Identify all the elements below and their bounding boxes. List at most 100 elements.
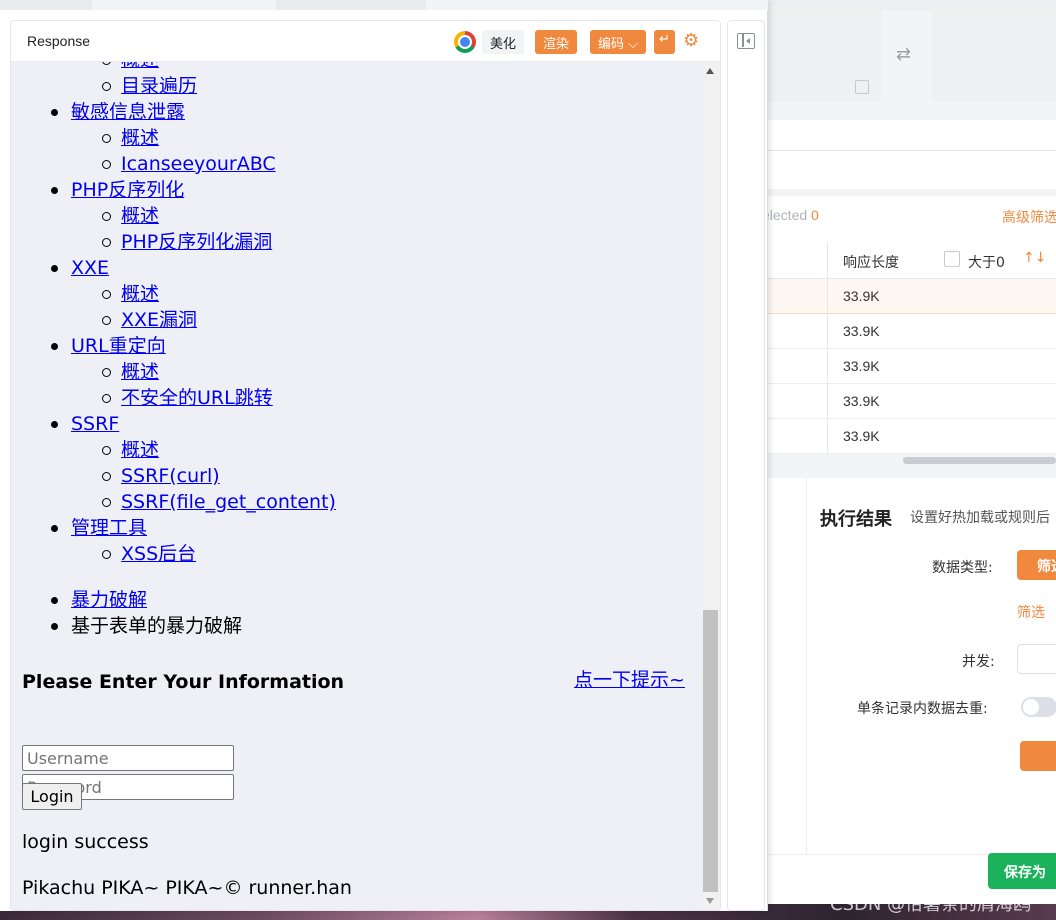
login-button[interactable]: Login — [22, 783, 82, 810]
menu-item[interactable]: 管理工具 — [11, 515, 701, 541]
menu-item[interactable]: 敏感信息泄露 — [11, 99, 701, 125]
submenu-link[interactable]: 概述 — [121, 361, 159, 383]
filter-button[interactable]: 筛选 — [1017, 550, 1056, 580]
response-length-cell: 33.9K — [843, 358, 880, 374]
menu-item[interactable]: SSRF — [11, 411, 701, 437]
menu-item[interactable]: PHP反序列化 — [11, 177, 701, 203]
submenu-link[interactable]: 概述 — [121, 283, 159, 305]
submenu-link[interactable]: IcanseeyourABC — [121, 153, 276, 175]
rendered-page: 概述 目录遍历 敏感信息泄露 概述 IcanseeyourABC PHP反序列化… — [11, 62, 701, 910]
beautify-button[interactable]: 美化 — [482, 30, 525, 54]
menu-link[interactable]: SSRF — [71, 413, 119, 435]
submenu-item[interactable]: 概述 — [11, 203, 701, 229]
submenu-item[interactable]: 概述 — [11, 125, 701, 151]
submenu-link[interactable]: 概述 — [121, 439, 159, 461]
watermark: CSDN @恰薯条的屑海鸥 — [830, 894, 1032, 915]
filter-link[interactable]: 筛选 — [1017, 602, 1045, 622]
table-row[interactable]: 33.9K — [768, 279, 1056, 314]
submenu-link[interactable]: XXE漏洞 — [121, 309, 197, 331]
response-length-cell: 33.9K — [843, 323, 880, 339]
submenu-item[interactable]: 概述 — [11, 359, 701, 385]
menu-link[interactable]: 敏感信息泄露 — [71, 101, 185, 123]
submenu-item[interactable]: IcanseeyourABC — [11, 151, 701, 177]
submenu-item[interactable]: 概述 — [11, 62, 701, 73]
vertical-scrollbar[interactable] — [701, 62, 720, 910]
result-panel — [768, 478, 1056, 854]
submenu-link[interactable]: SSRF(file_get_content) — [121, 491, 336, 513]
save-button[interactable]: 保存为 — [988, 853, 1056, 889]
submenu-link[interactable]: PHP反序列化漏洞 — [121, 231, 272, 253]
breadcrumb-item[interactable]: 暴力破解 — [11, 587, 701, 613]
menu-list: 概述 目录遍历 敏感信息泄露 概述 IcanseeyourABC PHP反序列化… — [11, 62, 701, 567]
menu-link[interactable]: XXE — [71, 257, 109, 279]
menu-link[interactable]: 管理工具 — [71, 517, 147, 539]
submenu-item[interactable]: XSS后台 — [11, 541, 701, 567]
menu-link[interactable]: URL重定向 — [71, 335, 166, 357]
breadcrumb: 暴力破解 基于表单的暴力破解 — [11, 587, 701, 639]
menu-item[interactable]: URL重定向 — [11, 333, 701, 359]
concurrency-input[interactable] — [1017, 644, 1056, 674]
submenu-item[interactable]: XXE漏洞 — [11, 307, 701, 333]
menu-link[interactable]: PHP反序列化 — [71, 179, 184, 201]
submenu-item[interactable]: 概述 — [11, 437, 701, 463]
chrome-icon[interactable] — [454, 31, 476, 53]
render-button[interactable]: 渲染 — [535, 30, 578, 54]
submenu-link[interactable]: 概述 — [121, 127, 159, 149]
advanced-filter-link[interactable]: 高级筛选 — [1002, 207, 1056, 227]
scroll-down-arrow[interactable] — [706, 898, 714, 904]
sort-icon[interactable]: ↑↓ — [1023, 250, 1046, 266]
copy-icon[interactable] — [855, 80, 869, 94]
results-table: 响应长度 大于0 ↑↓ 33.9K 33.9K 33.9K 33.9K 33.9… — [768, 242, 1056, 454]
column-header-response-length[interactable]: 响应长度 — [843, 252, 899, 272]
background-band — [768, 151, 1056, 189]
selected-count: 0 — [811, 207, 819, 223]
table-horizontal-scrollbar[interactable] — [903, 457, 1056, 464]
response-header: Response 美化 渲染 编码 ⌵ ↵ ⚙ — [11, 21, 720, 62]
encoding-dropdown[interactable]: 编码 ⌵ — [590, 30, 647, 54]
submenu-item[interactable]: SSRF(curl) — [11, 463, 701, 489]
response-length-cell: 33.9K — [843, 393, 880, 409]
table-row[interactable]: 33.9K — [768, 314, 1056, 349]
gear-icon[interactable]: ⚙ — [683, 30, 699, 51]
submenu-link[interactable]: 不安全的URL跳转 — [121, 387, 273, 409]
submenu-link[interactable]: SSRF(curl) — [121, 465, 220, 487]
table-row[interactable]: 33.9K — [768, 419, 1056, 454]
collapse-panel-icon[interactable] — [737, 33, 755, 49]
background-band — [768, 120, 1056, 150]
submenu-item[interactable]: 概述 — [11, 281, 701, 307]
submenu-link[interactable]: XSS后台 — [121, 543, 196, 565]
submenu-link[interactable]: 目录遍历 — [121, 75, 197, 97]
dedupe-label: 单条记录内数据去重: — [857, 701, 988, 717]
submenu-item[interactable]: 不安全的URL跳转 — [11, 385, 701, 411]
table-row[interactable]: 33.9K — [768, 349, 1056, 384]
submenu-item[interactable]: SSRF(file_get_content) — [11, 489, 701, 515]
page-footer: Pikachu PIKA~ PIKA~© runner.han — [22, 877, 352, 899]
greater-than-zero-checkbox[interactable] — [944, 251, 960, 267]
dedupe-toggle[interactable] — [1021, 697, 1056, 717]
tab-strip-segment — [0, 0, 92, 10]
selected-count-label: elected 0 — [762, 207, 819, 223]
concurrency-label: 并发: — [962, 654, 995, 670]
menu-group-directory-traversal: 概述 目录遍历 — [11, 62, 701, 99]
submenu-link[interactable]: 概述 — [121, 62, 159, 71]
scroll-thumb[interactable] — [703, 610, 718, 892]
run-button[interactable] — [1020, 741, 1056, 771]
submenu-item[interactable]: 目录遍历 — [11, 73, 701, 99]
breadcrumb-link[interactable]: 暴力破解 — [71, 589, 147, 611]
greater-than-zero-label: 大于0 — [968, 255, 1005, 271]
selected-label: elected — [762, 207, 808, 223]
submenu-link[interactable]: 概述 — [121, 205, 159, 227]
scroll-up-arrow[interactable] — [706, 68, 714, 74]
wrap-icon[interactable]: ↵ — [654, 30, 675, 54]
swap-icon[interactable]: ⇄ — [896, 44, 911, 65]
hint-link[interactable]: 点一下提示~ — [574, 665, 685, 692]
menu-item[interactable]: XXE — [11, 255, 701, 281]
page-content: 概述 目录遍历 敏感信息泄露 概述 IcanseeyourABC PHP反序列化… — [11, 62, 701, 639]
submenu-item[interactable]: PHP反序列化漏洞 — [11, 229, 701, 255]
data-type-label: 数据类型: — [932, 560, 993, 576]
column-separator — [827, 242, 828, 454]
username-input[interactable] — [22, 745, 234, 771]
result-subtitle: 设置好热加载或规则后 — [910, 510, 1050, 526]
table-row[interactable]: 33.9K — [768, 384, 1056, 419]
